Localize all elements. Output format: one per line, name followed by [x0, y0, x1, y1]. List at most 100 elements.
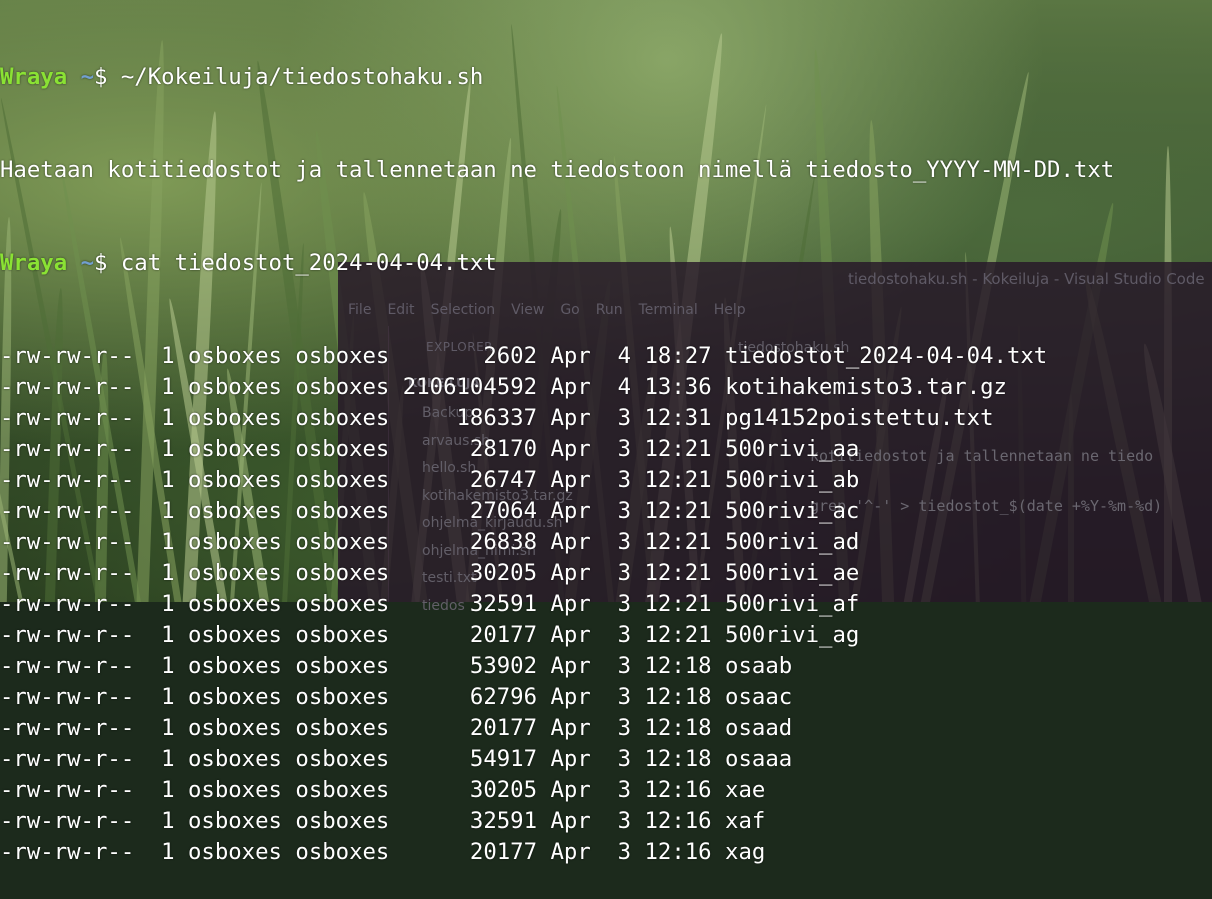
listing-row: -rw-rw-r-- 1 osboxes osboxes 53902 Apr 3…	[0, 651, 1212, 682]
listing-perms: -rw-rw-r--	[0, 777, 135, 803]
listing-time: 12:21	[644, 529, 712, 555]
listing-perms: -rw-rw-r--	[0, 839, 135, 865]
listing-size: 20177	[469, 622, 538, 648]
listing-time: 12:18	[644, 653, 712, 679]
listing-day: 4	[617, 374, 632, 400]
listing-owner: osboxes	[187, 591, 282, 617]
listing-size: 30205	[469, 560, 538, 586]
listing-owner: osboxes	[187, 808, 282, 834]
listing-perms: -rw-rw-r--	[0, 653, 135, 679]
listing-day: 3	[617, 839, 632, 865]
listing-perms: -rw-rw-r--	[0, 343, 135, 369]
listing-links: 1	[161, 405, 175, 431]
listing-perms: -rw-rw-r--	[0, 591, 135, 617]
listing-size: 2602	[483, 343, 538, 369]
listing-links: 1	[161, 653, 175, 679]
listing-day: 3	[617, 746, 632, 772]
listing-name: 500rivi_ag	[725, 622, 860, 648]
listing-month: Apr	[550, 808, 591, 834]
prompt-symbol: $	[94, 250, 108, 276]
listing-group: osboxes	[295, 839, 390, 865]
listing-time: 12:21	[644, 560, 712, 586]
listing-row: -rw-rw-r-- 1 osboxes osboxes 32591 Apr 3…	[0, 589, 1212, 620]
listing-time: 13:36	[644, 374, 712, 400]
listing-month: Apr	[550, 839, 591, 865]
listing-group: osboxes	[295, 591, 390, 617]
listing-size: 2106104592	[402, 374, 538, 400]
listing-perms: -rw-rw-r--	[0, 374, 135, 400]
listing-group: osboxes	[295, 746, 390, 772]
listing-perms: -rw-rw-r--	[0, 684, 135, 710]
listing-size: 28170	[469, 436, 538, 462]
listing-perms: -rw-rw-r--	[0, 436, 135, 462]
listing-name: 500rivi_ac	[725, 498, 860, 524]
listing-month: Apr	[550, 529, 591, 555]
listing-owner: osboxes	[187, 839, 282, 865]
listing-links: 1	[161, 622, 175, 648]
listing-month: Apr	[550, 653, 591, 679]
listing-size: 30205	[469, 777, 538, 803]
listing-perms: -rw-rw-r--	[0, 715, 135, 741]
listing-owner: osboxes	[187, 684, 282, 710]
listing-size: 27064	[469, 498, 538, 524]
listing-time: 12:18	[644, 684, 712, 710]
listing-month: Apr	[550, 467, 591, 493]
listing-time: 12:31	[644, 405, 712, 431]
listing-month: Apr	[550, 560, 591, 586]
listing-day: 3	[617, 467, 632, 493]
listing-day: 3	[617, 405, 632, 431]
listing-size: 26747	[469, 467, 538, 493]
listing-group: osboxes	[295, 436, 390, 462]
listing-name: pg14152poistettu.txt	[725, 405, 994, 431]
listing-perms: -rw-rw-r--	[0, 498, 135, 524]
listing-group: osboxes	[295, 405, 390, 431]
listing-row: -rw-rw-r-- 1 osboxes osboxes 20177 Apr 3…	[0, 837, 1212, 868]
listing-row: -rw-rw-r-- 1 osboxes osboxes 62796 Apr 3…	[0, 682, 1212, 713]
listing-month: Apr	[550, 591, 591, 617]
listing-time: 12:21	[644, 436, 712, 462]
listing-name: osaaa	[725, 746, 793, 772]
prompt-line: Wraya ~$ cat tiedostot_2024-04-04.txt	[0, 248, 1212, 279]
listing-row: -rw-rw-r-- 1 osboxes osboxes 26747 Apr 3…	[0, 465, 1212, 496]
prompt-path: ~	[80, 250, 94, 276]
listing-owner: osboxes	[187, 746, 282, 772]
listing-row: -rw-rw-r-- 1 osboxes osboxes 28170 Apr 3…	[0, 434, 1212, 465]
listing-month: Apr	[550, 436, 591, 462]
listing-group: osboxes	[295, 343, 390, 369]
listing-owner: osboxes	[187, 777, 282, 803]
listing-size: 62796	[469, 684, 538, 710]
listing-owner: osboxes	[187, 405, 282, 431]
file-listing: -rw-rw-r-- 1 osboxes osboxes 2602 Apr 4 …	[0, 341, 1212, 868]
listing-row: -rw-rw-r-- 1 osboxes osboxes 30205 Apr 3…	[0, 558, 1212, 589]
listing-name: 500rivi_ab	[725, 467, 860, 493]
listing-group: osboxes	[295, 467, 390, 493]
listing-row: -rw-rw-r-- 1 osboxes osboxes 186337 Apr …	[0, 403, 1212, 434]
listing-row: -rw-rw-r-- 1 osboxes osboxes 32591 Apr 3…	[0, 806, 1212, 837]
listing-day: 3	[617, 653, 632, 679]
listing-name: 500rivi_ad	[725, 529, 860, 555]
listing-group: osboxes	[295, 777, 390, 803]
listing-day: 3	[617, 777, 632, 803]
listing-month: Apr	[550, 498, 591, 524]
listing-row: -rw-rw-r-- 1 osboxes osboxes 26838 Apr 3…	[0, 527, 1212, 558]
listing-name: 500rivi_ae	[725, 560, 860, 586]
listing-time: 12:18	[644, 715, 712, 741]
prompt-line: Wraya ~$ ~/Kokeiluja/tiedostohaku.sh	[0, 62, 1212, 93]
listing-time: 12:16	[644, 777, 712, 803]
listing-size: 54917	[469, 746, 538, 772]
listing-owner: osboxes	[187, 498, 282, 524]
terminal-output[interactable]: Wraya ~$ ~/Kokeiluja/tiedostohaku.sh Hae…	[0, 0, 1212, 865]
listing-day: 3	[617, 498, 632, 524]
listing-day: 3	[617, 560, 632, 586]
listing-row: -rw-rw-r-- 1 osboxes osboxes 2602 Apr 4 …	[0, 341, 1212, 372]
listing-time: 12:16	[644, 839, 712, 865]
listing-size: 32591	[469, 591, 538, 617]
listing-group: osboxes	[295, 684, 390, 710]
listing-links: 1	[161, 808, 175, 834]
listing-size: 32591	[469, 808, 538, 834]
listing-links: 1	[161, 467, 175, 493]
listing-links: 1	[161, 374, 175, 400]
listing-group: osboxes	[295, 622, 390, 648]
listing-group: osboxes	[295, 808, 390, 834]
listing-day: 3	[617, 715, 632, 741]
